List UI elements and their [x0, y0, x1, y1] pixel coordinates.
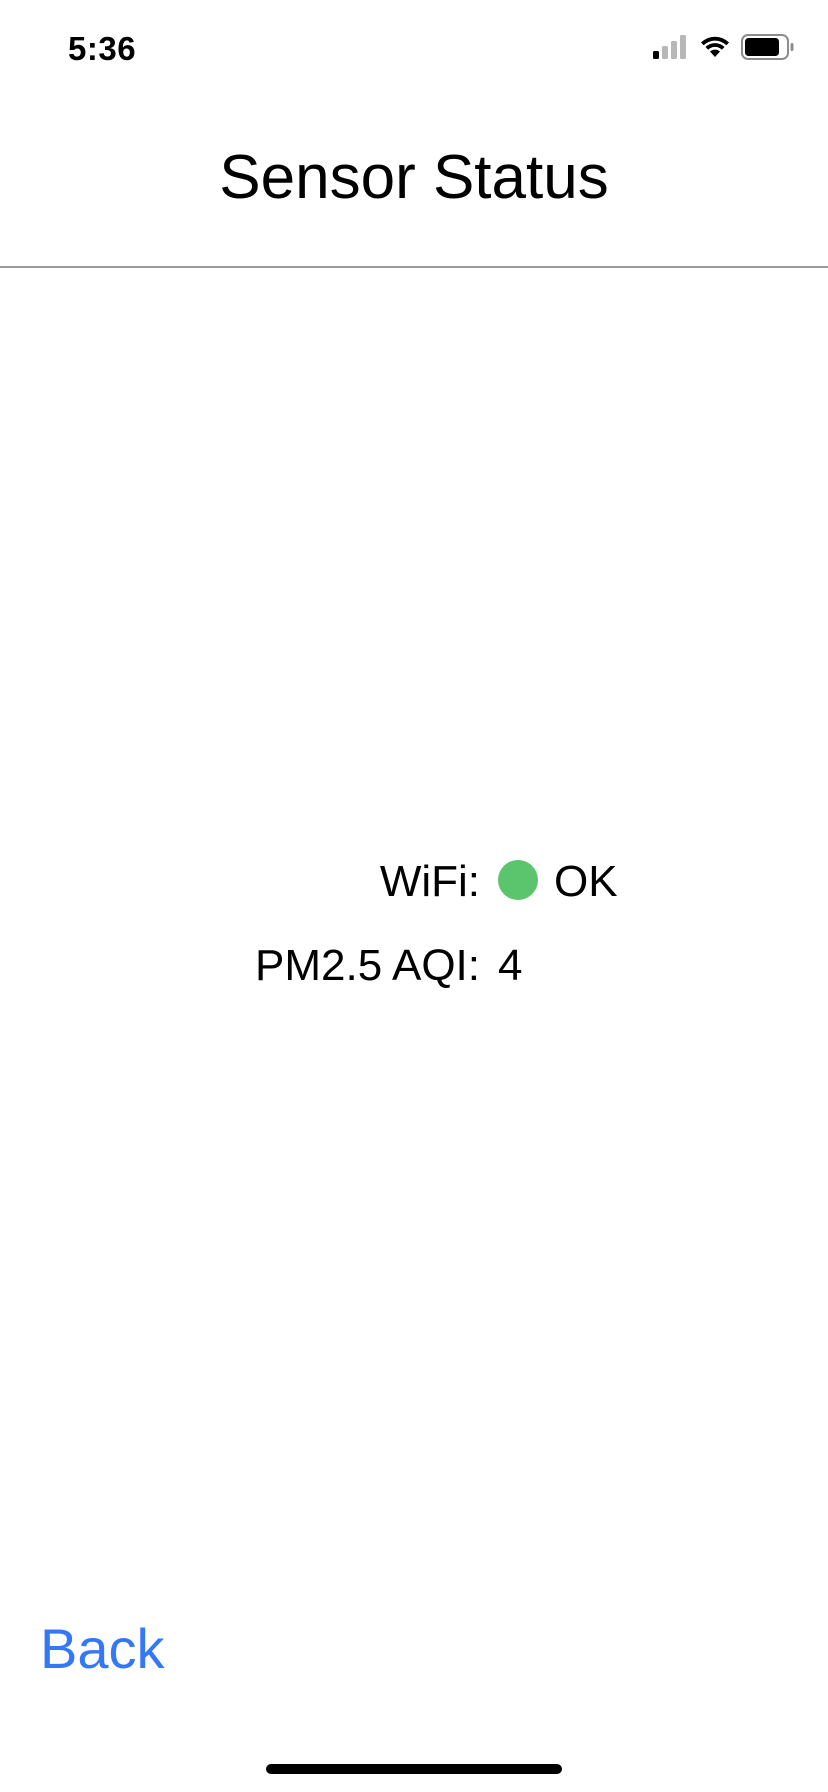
cellular-signal-icon: [653, 35, 689, 64]
status-icons: [653, 34, 795, 65]
wifi-status-row: WiFi: OK: [0, 856, 828, 908]
navigation-header: Sensor Status: [0, 100, 828, 268]
page-title: Sensor Status: [219, 143, 609, 212]
aqi-value: 4: [498, 941, 523, 990]
wifi-status-dot: [498, 860, 538, 900]
wifi-status-text: OK: [554, 857, 618, 906]
aqi-status-row: PM2.5 AQI: 4: [0, 940, 828, 992]
aqi-label: PM2.5 AQI:: [255, 941, 480, 990]
back-button[interactable]: Back: [40, 1616, 165, 1681]
status-bar: 5:36: [0, 0, 828, 100]
status-time: 5:36: [68, 30, 137, 67]
battery-icon: [741, 34, 795, 65]
wifi-icon: [699, 35, 731, 64]
home-indicator: [266, 1764, 562, 1774]
wifi-label: WiFi:: [379, 857, 480, 906]
